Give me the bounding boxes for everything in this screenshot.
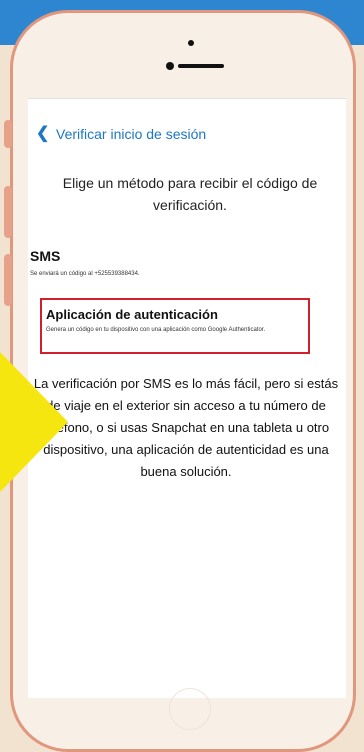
phone-sensor-dot [188, 40, 194, 46]
home-button[interactable] [169, 688, 211, 730]
explanation-text: La verificación por SMS es lo más fácil,… [33, 376, 339, 479]
phone-volume-down-button [4, 254, 12, 306]
auth-app-option-title[interactable]: Aplicación de autenticación [46, 306, 218, 323]
header-divider [28, 98, 346, 99]
phone-camera [166, 62, 174, 70]
phone-speaker [178, 64, 224, 68]
yellow-pointer-shape [0, 352, 68, 492]
phone-side-button [4, 120, 12, 148]
phone-volume-up-button [4, 186, 12, 238]
sms-option-title[interactable]: SMS [30, 247, 60, 265]
intro-text: Elige un método para recibir el código d… [62, 175, 318, 213]
chevron-left-icon[interactable]: ❮ [36, 126, 52, 142]
auth-app-option[interactable]: Aplicación de autenticación Genera un có… [40, 298, 310, 354]
sms-option-subtitle: Se enviará un código al +525539388434. [30, 271, 140, 277]
page-title[interactable]: Verificar inicio de sesión [56, 125, 206, 143]
auth-app-option-subtitle: Genera un código en tu dispositivo con u… [46, 327, 266, 333]
